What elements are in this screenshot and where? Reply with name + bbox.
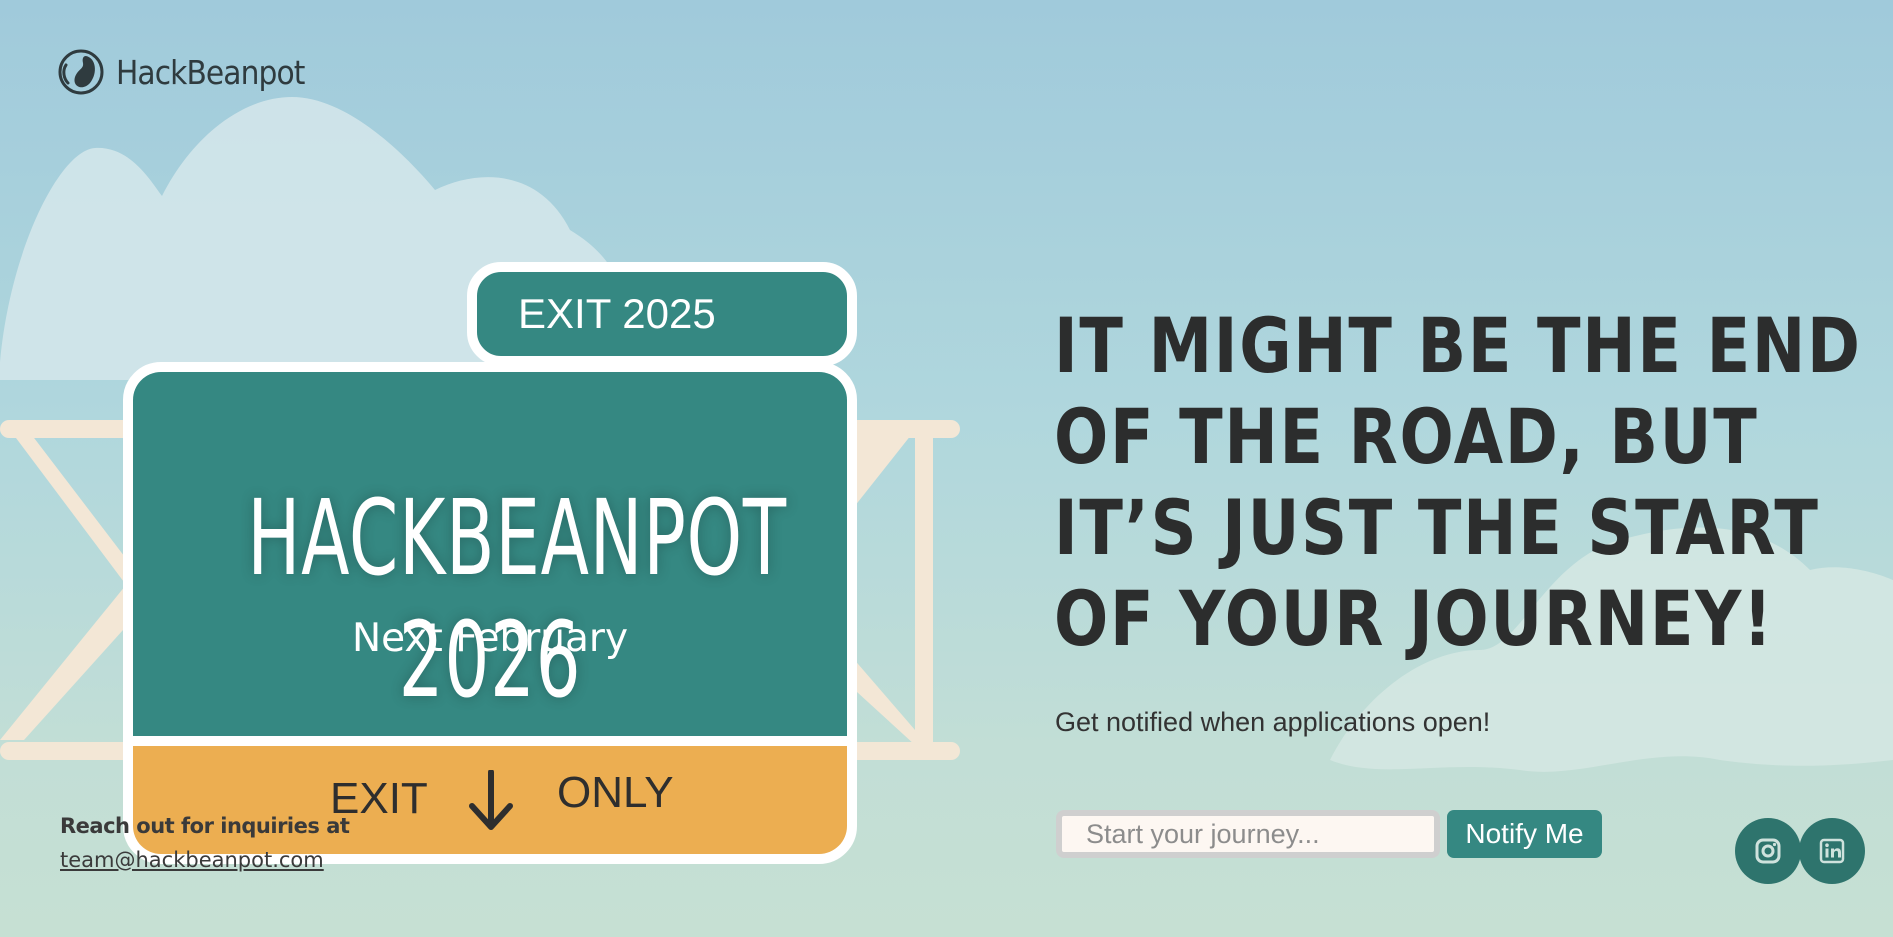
only-label: ONLY (557, 768, 674, 817)
brand-name: HackBeanpot (116, 52, 305, 92)
event-title: HACKBEANPOT 2026 (247, 477, 787, 721)
arrow-down-icon (469, 770, 513, 830)
instagram-icon (1755, 838, 1781, 864)
hero-headline: IT MIGHT BE THE END OF THE ROAD, BUT IT’… (1054, 300, 1862, 664)
headline-line-3: IT’S JUST THE START (1054, 483, 1820, 572)
headline-line-2: OF THE ROAD, BUT (1054, 392, 1759, 481)
contact-info: Reach out for inquiries at team@hackbean… (60, 814, 350, 872)
contact-label: Reach out for inquiries at (60, 814, 350, 838)
notify-description: Get notified when applications open! (1055, 707, 1491, 737)
event-date: Next February (351, 616, 629, 661)
email-input[interactable] (1056, 810, 1440, 858)
bean-logo-icon (58, 49, 104, 95)
instagram-link[interactable] (1735, 818, 1801, 884)
linkedin-link[interactable] (1799, 818, 1865, 884)
brand-logo[interactable]: HackBeanpot (56, 47, 325, 97)
sign-top-panel: HACKBEANPOT 2026 Next February (133, 372, 847, 736)
headline-line-4: OF YOUR JOURNEY! (1054, 574, 1774, 663)
notify-button[interactable]: Notify Me (1447, 810, 1602, 858)
road-sign: HACKBEANPOT 2026 Next February EXIT ONLY (123, 362, 857, 864)
headline-line-1: IT MIGHT BE THE END (1054, 301, 1862, 390)
exit-tab: EXIT 2025 (467, 262, 857, 366)
contact-email-link[interactable]: team@hackbeanpot.com (60, 848, 349, 872)
linkedin-icon (1819, 838, 1845, 864)
